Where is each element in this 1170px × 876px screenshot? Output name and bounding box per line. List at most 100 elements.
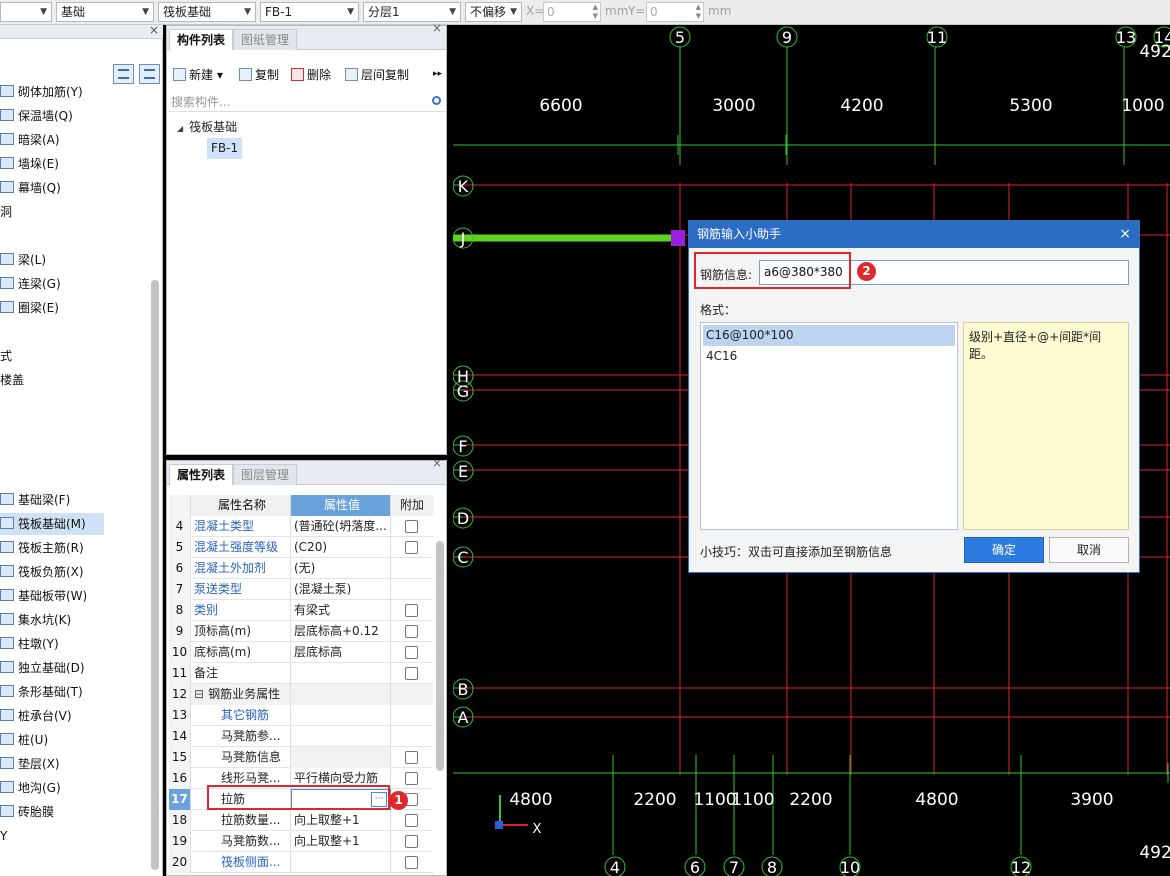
attach-checkbox[interactable]	[405, 772, 418, 785]
delete-button[interactable]: 删除	[291, 66, 331, 83]
close-icon[interactable]: ×	[432, 456, 442, 470]
collapse-icon[interactable]: ⊟	[194, 687, 204, 701]
close-icon[interactable]: ×	[432, 21, 442, 35]
more-icon[interactable]: ▸▸	[433, 69, 442, 79]
attach-checkbox[interactable]	[405, 604, 418, 617]
nav-item[interactable]: 桩(U)	[0, 729, 48, 751]
property-value[interactable]: 有梁式	[291, 600, 391, 621]
copy-button[interactable]: 复制	[239, 66, 279, 83]
attach-checkbox[interactable]	[405, 856, 418, 869]
table-row[interactable]: 9 顶标高(m) 层底标高+0.12	[169, 621, 433, 642]
property-value[interactable]	[291, 747, 391, 768]
nav-item[interactable]: 条形基础(T)	[0, 681, 83, 703]
attach-checkbox[interactable]	[405, 814, 418, 827]
nav-item[interactable]: 楼盖	[0, 369, 24, 391]
nav-item[interactable]: 砖胎膜	[0, 801, 54, 823]
table-row[interactable]: 6 混凝土外加剂 (无)	[169, 558, 433, 579]
tab-property-list[interactable]: 属性列表	[169, 464, 234, 485]
table-row[interactable]: 13 其它钢筋	[169, 705, 433, 726]
tab-drawing-manage[interactable]: 图纸管理	[233, 29, 298, 50]
format-list[interactable]: C16@100*100 4C16	[700, 322, 958, 530]
nav-item[interactable]: 桩承台(V)	[0, 705, 72, 727]
nav-item[interactable]: 垫层(X)	[0, 753, 60, 775]
attach-checkbox[interactable]	[405, 625, 418, 638]
new-button[interactable]: 新建 ▾	[173, 66, 223, 83]
nav-item[interactable]: 地沟(G)	[0, 777, 61, 799]
table-row[interactable]: 14 马凳筋参...	[169, 726, 433, 747]
spinner-icon[interactable]: ▲ ▼	[593, 3, 598, 21]
selected-node[interactable]	[671, 230, 685, 246]
nav-item[interactable]: 墙垛(E)	[0, 153, 59, 175]
property-value[interactable]: 层底标高	[291, 642, 391, 663]
nav-item[interactable]: 幕墙(Q)	[0, 177, 61, 199]
component-type-combo[interactable]: 筏板基础 ▼	[158, 2, 256, 22]
search-input[interactable]: 搜索构件...	[169, 92, 446, 112]
nav-item[interactable]: 式	[0, 345, 12, 367]
nav-item[interactable]: 基础梁(F)	[0, 489, 70, 511]
nav-item[interactable]: 独立基础(D)	[0, 657, 85, 679]
attach-checkbox[interactable]	[405, 646, 418, 659]
close-icon[interactable]: ×	[149, 23, 159, 37]
nav-item[interactable]: 柱墩(Y)	[0, 633, 59, 655]
attach-checkbox[interactable]	[405, 541, 418, 554]
table-row[interactable]: 11 备注	[169, 663, 433, 684]
nav-item[interactable]: 圈梁(E)	[0, 297, 59, 319]
cancel-button[interactable]: 取消	[1049, 537, 1129, 563]
layer-combo[interactable]: 分层1 ▼	[363, 2, 461, 22]
property-value[interactable]	[291, 684, 391, 705]
nav-item[interactable]: 砌体加筋(Y)	[0, 81, 83, 103]
property-value[interactable]: (无)	[291, 558, 391, 579]
tab-layer-manage[interactable]: 图层管理	[233, 464, 298, 485]
offset-combo[interactable]: 不偏移 ▼	[465, 2, 522, 22]
floor-copy-button[interactable]: 层间复制	[345, 66, 409, 83]
nav-item[interactable]: 梁(L)	[0, 249, 46, 271]
nav-item[interactable]: 筏板基础(M)	[0, 513, 104, 535]
property-value[interactable]	[291, 726, 391, 747]
attach-checkbox[interactable]	[405, 520, 418, 533]
nav-item[interactable]: 保温墙(Q)	[0, 105, 73, 127]
table-row[interactable]: 19 马凳筋数... 向上取整+1	[169, 831, 433, 852]
table-row[interactable]: 15 马凳筋信息	[169, 747, 433, 768]
property-scrollbar[interactable]	[436, 541, 444, 771]
nav-scrollbar[interactable]	[151, 280, 159, 870]
nav-item[interactable]: 筏板主筋(R)	[0, 537, 84, 559]
table-row[interactable]: 12 ⊟ 钢筋业务属性	[169, 684, 433, 705]
component-name-combo[interactable]: FB-1 ▼	[260, 2, 359, 22]
table-row[interactable]: 5 混凝土强度等级 (C20)	[169, 537, 433, 558]
grid-view-button[interactable]	[139, 64, 160, 84]
nav-item[interactable]: 洞	[0, 201, 12, 223]
tab-component-list[interactable]: 构件列表	[169, 29, 234, 50]
table-row[interactable]: 20 筏板侧面...	[169, 852, 433, 873]
property-value[interactable]: (普通砼(坍落度...	[291, 516, 391, 537]
table-row[interactable]: 8 类别 有梁式	[169, 600, 433, 621]
spinner-icon[interactable]: ▲ ▼	[696, 3, 701, 21]
collapse-triangle-icon[interactable]: ◢	[177, 124, 183, 133]
y-offset-input[interactable]: 0 ▲ ▼	[646, 2, 704, 22]
property-value[interactable]: (C20)	[291, 537, 391, 558]
table-row[interactable]: 10 底标高(m) 层底标高	[169, 642, 433, 663]
table-row[interactable]: 4 混凝土类型 (普通砼(坍落度...	[169, 516, 433, 537]
ok-button[interactable]: 确定	[964, 537, 1044, 563]
property-value[interactable]: 向上取整+1	[291, 810, 391, 831]
property-value[interactable]: (混凝土泵)	[291, 579, 391, 600]
property-value[interactable]	[291, 705, 391, 726]
property-value[interactable]	[291, 852, 391, 873]
attach-checkbox[interactable]	[405, 667, 418, 680]
property-value[interactable]: 向上取整+1	[291, 831, 391, 852]
property-value[interactable]	[291, 663, 391, 684]
attach-checkbox[interactable]	[405, 835, 418, 848]
close-icon[interactable]: ×	[1119, 221, 1131, 248]
view-combo[interactable]: ▼	[0, 2, 52, 22]
x-offset-input[interactable]: 0 ▲ ▼	[543, 2, 601, 22]
table-row[interactable]: 18 拉筋数量... 向上取整+1	[169, 810, 433, 831]
nav-item[interactable]: 暗梁(A)	[0, 129, 60, 151]
floor-type-combo[interactable]: 基础 ▼	[56, 2, 154, 22]
format-item[interactable]: 4C16	[703, 346, 955, 367]
nav-item[interactable]: 连梁(G)	[0, 273, 61, 295]
nav-item[interactable]: Y	[0, 825, 7, 847]
attach-checkbox[interactable]	[405, 751, 418, 764]
nav-item[interactable]: 筏板负筋(X)	[0, 561, 84, 583]
list-view-button[interactable]	[113, 64, 134, 84]
tree-root[interactable]: ◢ 筏板基础	[177, 118, 237, 135]
property-value[interactable]: 层底标高+0.12	[291, 621, 391, 642]
